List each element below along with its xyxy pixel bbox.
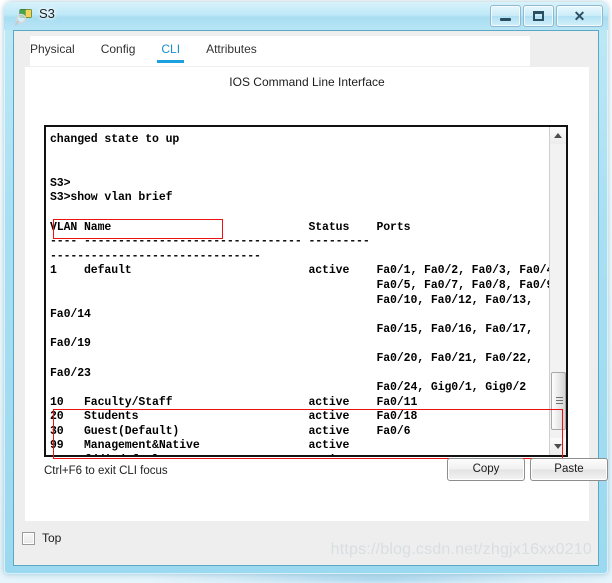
scroll-up-arrow-icon[interactable] xyxy=(550,127,566,144)
terminal-line: 10 Faculty/Staff active Fa0/11 xyxy=(50,395,418,409)
window-titlebar[interactable]: S3 ✕ xyxy=(4,2,608,30)
tab-attributes[interactable]: Attributes xyxy=(206,42,257,60)
maximize-button[interactable] xyxy=(523,5,554,27)
terminal-line: changed state to up xyxy=(50,133,180,146)
top-checkbox[interactable] xyxy=(22,531,35,545)
scroll-down-arrow-icon[interactable] xyxy=(550,438,566,455)
minimize-icon xyxy=(500,18,511,21)
terminal-line: 1 default active Fa0/1, Fa0/2, Fa0/3, Fa… xyxy=(50,264,554,278)
tab-bar: Physical Config CLI Attributes xyxy=(30,36,283,66)
terminal-line: Fa0/24, Gig0/1, Gig0/2 xyxy=(50,381,527,395)
close-icon: ✕ xyxy=(573,8,586,24)
terminal-scrollbar[interactable] xyxy=(549,127,566,455)
copy-button[interactable]: Copy xyxy=(447,458,525,481)
minimize-button[interactable] xyxy=(490,5,521,27)
scrollbar-thumb[interactable] xyxy=(551,372,566,430)
window-title: S3 xyxy=(39,6,55,21)
device-window: S3 ✕ Physical Config CLI Attributes IOS … xyxy=(4,2,608,574)
tab-cli[interactable]: CLI xyxy=(157,42,184,63)
terminal-line: 30 Guest(Default) active Fa0/6 xyxy=(50,424,411,438)
terminal-line: Fa0/10, Fa0/12, Fa0/13, xyxy=(50,293,533,307)
terminal-line: ------------------------------- xyxy=(50,249,261,263)
terminal-line: S3>show vlan brief xyxy=(50,191,173,205)
tab-config[interactable]: Config xyxy=(101,42,136,60)
terminal-line: ---- -------------------------------- --… xyxy=(50,235,377,249)
terminal-line: VLAN Name Status Ports xyxy=(50,220,411,234)
terminal-line: Fa0/20, Fa0/21, Fa0/22, xyxy=(50,351,533,365)
window-client-area: Physical Config CLI Attributes IOS Comma… xyxy=(13,30,608,566)
terminal-line: Fa0/5, Fa0/7, Fa0/8, Fa0/9 xyxy=(50,278,554,292)
switch-icon xyxy=(14,6,35,26)
panel-title: IOS Command Line Interface xyxy=(229,75,385,89)
window-controls: ✕ xyxy=(488,5,603,27)
terminal-line: 1002 fddi-default active xyxy=(50,454,550,455)
paste-button[interactable]: Paste xyxy=(530,458,608,481)
terminal-line: S3> xyxy=(50,176,71,190)
terminal-line: Fa0/19 xyxy=(50,337,91,351)
top-checkbox-label: Top xyxy=(42,531,62,545)
top-checkbox-row[interactable]: Top xyxy=(22,531,61,545)
terminal-line: Fa0/15, Fa0/16, Fa0/17, xyxy=(50,322,533,336)
maximize-icon xyxy=(533,11,544,21)
terminal-line: 99 Management&Native active xyxy=(50,439,350,453)
tab-physical[interactable]: Physical xyxy=(30,42,75,60)
cli-focus-hint: Ctrl+F6 to exit CLI focus xyxy=(44,465,168,477)
terminal-line: 20 Students active Fa0/18 xyxy=(50,410,418,424)
terminal-output[interactable]: changed state to up S3> S3>show vlan brie… xyxy=(46,127,554,455)
terminal-line: Fa0/23 xyxy=(50,366,91,380)
window-bottom-bar: Top https://blog.csdn.net/zhgjx16xx0210 xyxy=(14,521,598,565)
cli-panel: IOS Command Line Interface changed state… xyxy=(25,67,608,522)
terminal-line: Fa0/14 xyxy=(50,308,91,322)
terminal-frame: changed state to up S3> S3>show vlan brie… xyxy=(44,125,568,457)
close-button[interactable]: ✕ xyxy=(556,5,603,27)
watermark: https://blog.csdn.net/zhgjx16xx0210 xyxy=(330,541,592,558)
